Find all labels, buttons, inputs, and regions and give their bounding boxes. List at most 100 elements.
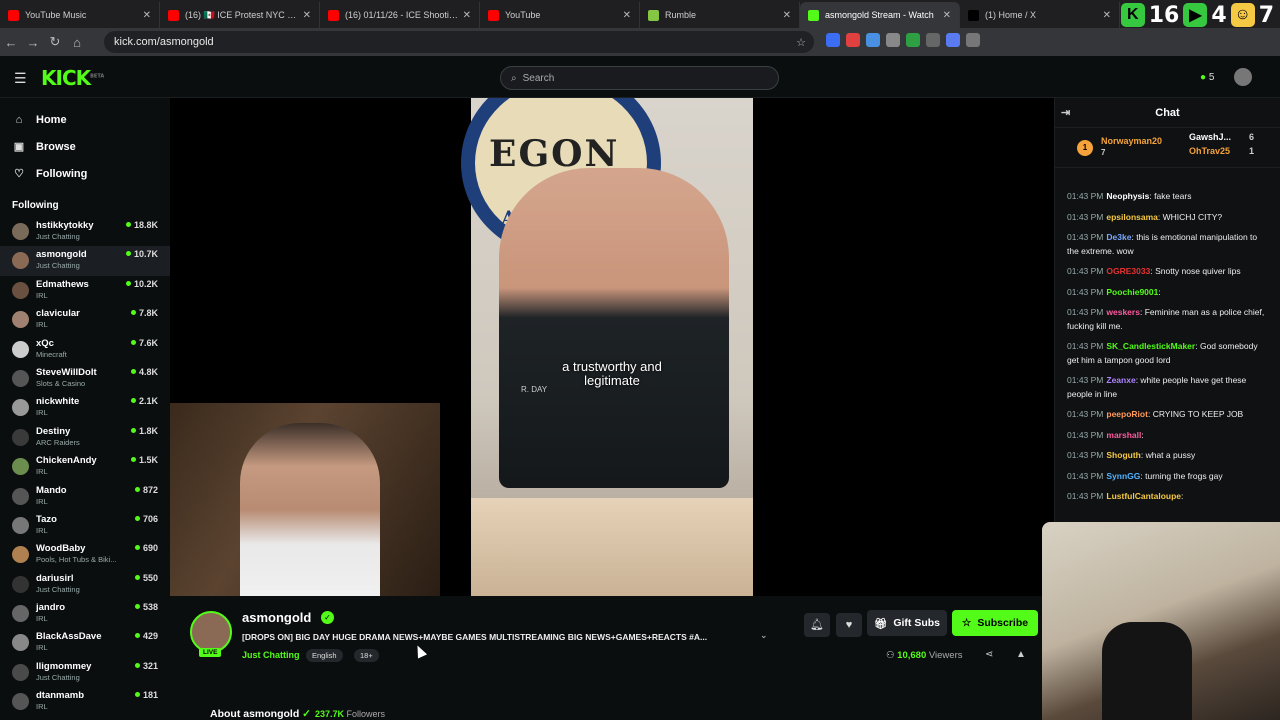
stream-category[interactable]: Just Chatting	[242, 650, 300, 660]
followed-channel[interactable]: Destiny ARC Raiders 1.8K	[0, 423, 170, 452]
extension-icon[interactable]	[946, 33, 960, 47]
browser-tab-bar: YouTube Music ✕ (16) 🇲🇽 ICE Protest NYC LA…	[0, 0, 1280, 28]
channel-avatar[interactable]	[190, 611, 232, 653]
gift-subs-button[interactable]: 🎁︎ Gift Subs	[867, 610, 947, 636]
browser-tab[interactable]: YouTube ✕	[480, 2, 640, 28]
followed-channel[interactable]: xQc Minecraft 7.6K	[0, 335, 170, 364]
browser-tab[interactable]: (16) 🇲🇽 ICE Protest NYC LA Minn ✕	[160, 2, 320, 28]
followed-channel[interactable]: jandro IRL 538	[0, 599, 170, 628]
forward-icon[interactable]: →	[22, 35, 44, 50]
police-chief	[499, 168, 729, 488]
message-user[interactable]: Poochie9001	[1106, 287, 1158, 297]
close-icon[interactable]: ✕	[463, 10, 471, 21]
followed-channel[interactable]: WoodBaby Pools, Hot Tubs & Biki... 690	[0, 540, 170, 569]
channel-category: Pools, Hot Tubs & Biki...	[36, 555, 117, 565]
search-input[interactable]: ⌕ Search	[500, 66, 779, 90]
followed-channel[interactable]: lligmommey Just Chatting 321	[0, 658, 170, 687]
message-user[interactable]: Shoguth	[1106, 450, 1140, 460]
followed-channel[interactable]: Edmathews IRL 10.2K	[0, 276, 170, 305]
browser-tab[interactable]: (1) Home / X ✕	[960, 2, 1120, 28]
close-icon[interactable]: ✕	[143, 10, 151, 21]
followers-label: Followers	[346, 709, 386, 719]
message-user[interactable]: De3ke	[1106, 232, 1131, 242]
browser-tab[interactable]: asmongold Stream - Watch ✕	[800, 2, 960, 28]
chevron-down-icon[interactable]: ⌄	[760, 630, 768, 641]
sidebar-item-following[interactable]: ♡ Following	[0, 160, 170, 187]
followed-channel[interactable]: Tazo IRL 706	[0, 511, 170, 540]
followed-channel[interactable]: BlackAssDave IRL 429	[0, 628, 170, 657]
followed-channel[interactable]: dtanmamb IRL 181	[0, 687, 170, 716]
message-user[interactable]: epsilonsama	[1106, 212, 1158, 222]
message-user[interactable]: Zeanxe	[1106, 375, 1135, 385]
menu-icon[interactable]: ☰	[14, 70, 27, 87]
reload-icon[interactable]: ↻	[44, 34, 66, 50]
followed-channel[interactable]: ChickenAndy IRL 1.5K	[0, 452, 170, 481]
message-user[interactable]: LustfulCantaloupe	[1106, 491, 1181, 501]
channel-name[interactable]: asmongold	[242, 610, 311, 625]
message-user[interactable]: marshall	[1106, 430, 1141, 440]
close-icon[interactable]: ✕	[783, 10, 791, 21]
kick-logo[interactable]: KICKBETA	[41, 66, 104, 90]
followed-channel[interactable]: hstikkytokky Just Chatting 18.8K	[0, 217, 170, 246]
bell-icon[interactable]: 🔔︎	[804, 613, 830, 637]
sidebar-item-home[interactable]: ⌂ Home	[0, 106, 170, 133]
home-button-icon[interactable]: ⌂	[66, 35, 88, 50]
followed-channel[interactable]: asmongold Just Chatting 10.7K	[0, 246, 170, 276]
url-field[interactable]: kick.com/asmongold ☆	[104, 31, 814, 53]
browser-tab[interactable]: YouTube Music ✕	[0, 2, 160, 28]
followed-channel[interactable]: dariusirl Just Chatting 550	[0, 570, 170, 599]
user-avatar[interactable]	[1234, 68, 1252, 86]
message-time: 01:43 PM	[1067, 470, 1104, 481]
channel-viewers: 4.8K	[130, 367, 158, 377]
play-extension-icon[interactable]: ▶	[1183, 3, 1208, 27]
live-dot-icon	[134, 515, 140, 521]
message-user[interactable]: weskers	[1106, 307, 1140, 317]
viewer-number: 10.7K	[133, 249, 158, 260]
chat-header: ⇥ Chat	[1055, 98, 1280, 128]
gifter-3-name[interactable]: OhTrav25	[1189, 146, 1230, 156]
followed-channel[interactable]: SteveWillDoIt Slots & Casino 4.8K	[0, 364, 170, 393]
extension-icon[interactable]	[826, 33, 840, 47]
followed-channel[interactable]: Mando IRL 872	[0, 482, 170, 511]
followed-channel[interactable]: clavicular IRL 7.8K	[0, 305, 170, 334]
tab-favicon-icon	[168, 9, 179, 21]
extension-icon[interactable]	[926, 33, 940, 47]
top-gifter-name[interactable]: Norwayman20	[1101, 136, 1162, 146]
sidebar-item-browse[interactable]: ▣ Browse	[0, 133, 170, 160]
back-icon[interactable]: ←	[0, 35, 22, 50]
extension-icon[interactable]	[866, 33, 880, 47]
video-player[interactable]: EGON 1851 AND R. DAY a trustworthy andle…	[170, 98, 1054, 596]
message-user[interactable]: peepoRiot	[1106, 409, 1148, 419]
extension-icon[interactable]	[906, 33, 920, 47]
channel-avatar	[12, 693, 29, 711]
browser-tab[interactable]: Rumble ✕	[640, 2, 800, 28]
report-icon[interactable]: ▲	[1016, 649, 1026, 660]
subscribe-button[interactable]: ☆ Subscribe	[952, 610, 1038, 636]
kick-extension-icon[interactable]: K	[1120, 3, 1145, 27]
close-icon[interactable]: ✕	[623, 10, 631, 21]
gifter-2-name[interactable]: GawshJ...	[1189, 132, 1231, 142]
message-user[interactable]: OGRE3033	[1106, 266, 1150, 276]
face-extension-icon[interactable]: ☺	[1230, 3, 1255, 27]
tag-mature[interactable]: 18+	[354, 649, 379, 662]
podium	[471, 498, 753, 596]
message-user[interactable]: Neophysis	[1106, 191, 1149, 201]
follow-heart-button[interactable]: ♥	[836, 613, 862, 637]
tag-language[interactable]: English	[306, 649, 343, 662]
extension-icon[interactable]	[966, 33, 980, 47]
viewer-number: 7.8K	[138, 308, 158, 319]
message-time: 01:43 PM	[1067, 375, 1104, 385]
message-user[interactable]: SK_CandlestickMaker	[1106, 341, 1195, 351]
extension-icon[interactable]	[886, 33, 900, 47]
points-display[interactable]: ● 5	[1200, 72, 1214, 83]
browser-tab[interactable]: (16) 01/11/26 - ICE Shooting Pr ✕	[320, 2, 480, 28]
collapse-chat-icon[interactable]: ⇥	[1061, 98, 1070, 128]
message-user[interactable]: SynnGG	[1106, 471, 1140, 481]
close-icon[interactable]: ✕	[1103, 10, 1111, 21]
close-icon[interactable]: ✕	[943, 10, 951, 21]
share-icon[interactable]: ⋖	[985, 649, 993, 660]
close-icon[interactable]: ✕	[303, 10, 311, 21]
followed-channel[interactable]: nickwhite IRL 2.1K	[0, 393, 170, 422]
bookmark-star-icon[interactable]: ☆	[796, 36, 806, 49]
extension-icon[interactable]	[846, 33, 860, 47]
